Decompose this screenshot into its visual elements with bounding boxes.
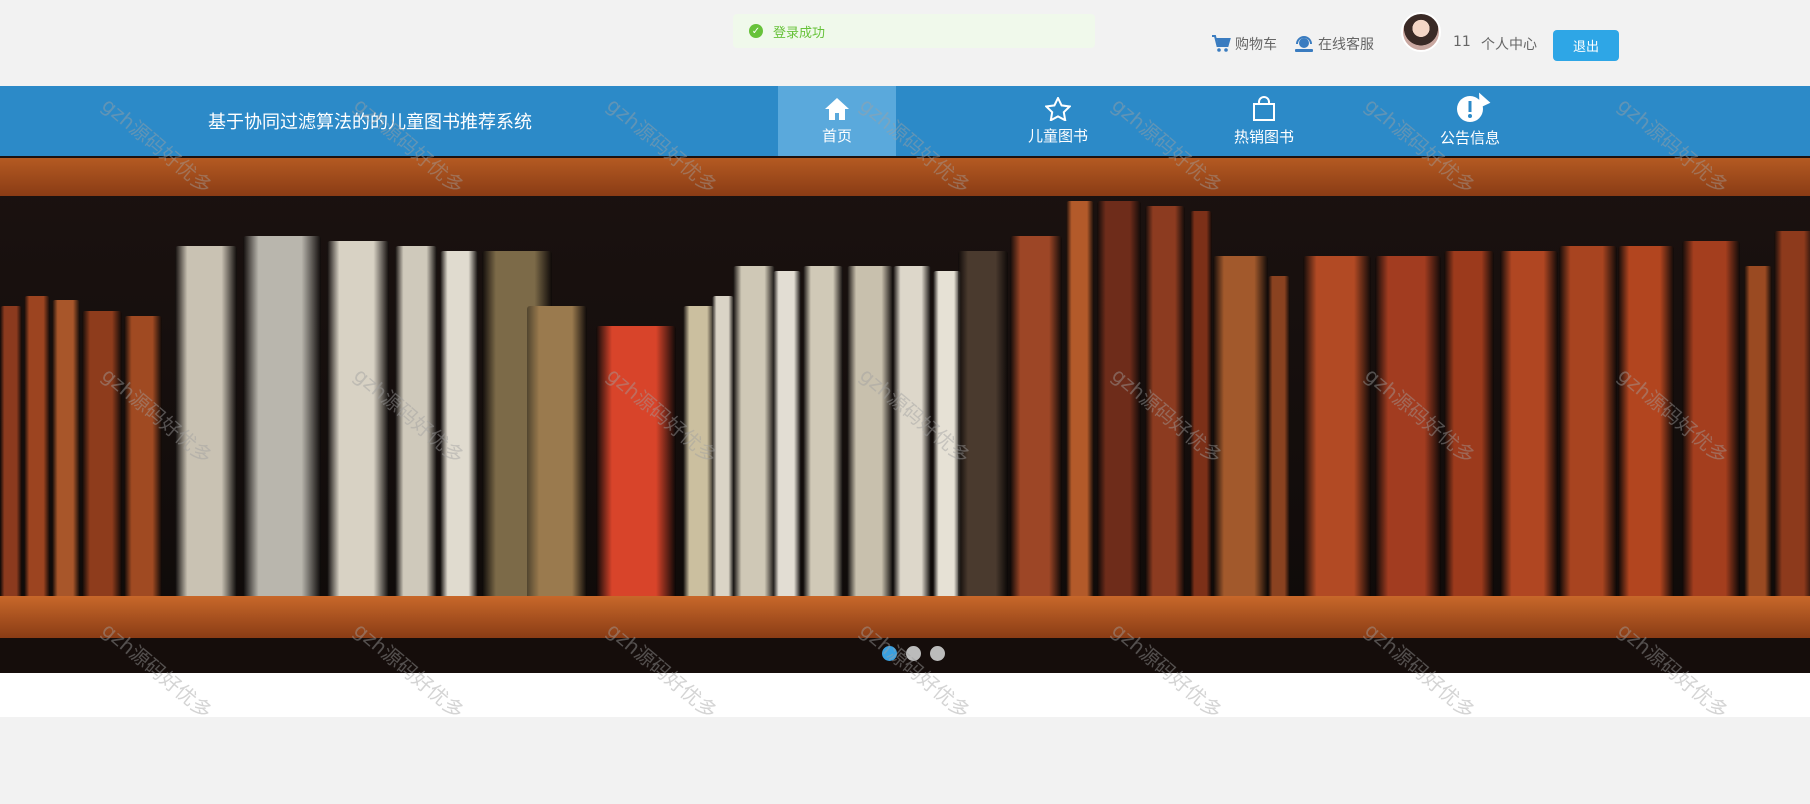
content-area [0, 673, 1810, 717]
banner-shelf-top [0, 158, 1810, 196]
book-spine [243, 236, 321, 596]
book-spine [1618, 246, 1674, 596]
book-spine [1010, 236, 1062, 596]
book-spine [395, 246, 437, 596]
nav-announcements[interactable]: 公告信息 [1411, 86, 1529, 156]
carousel-indicators [882, 646, 945, 661]
check-circle-icon: ✓ [749, 24, 763, 38]
username-text: 11 [1453, 34, 1471, 50]
book-spine [733, 266, 775, 596]
book-spine [773, 271, 801, 596]
book-spine [596, 326, 676, 596]
book-spine [1744, 266, 1772, 596]
cart-link[interactable]: 购物车 [1211, 34, 1277, 54]
book-spine [933, 271, 961, 596]
carousel-dot-3[interactable] [930, 646, 945, 661]
book-spine [327, 241, 389, 596]
book-spine [1559, 246, 1617, 596]
book-spine [803, 266, 843, 596]
nav-children-books[interactable]: 儿童图书 [999, 86, 1117, 156]
book-spine [1145, 206, 1185, 596]
cart-icon [1211, 35, 1231, 53]
book-spine [1375, 256, 1441, 596]
book-spine [24, 296, 50, 596]
nav-home-label: 首页 [821, 126, 852, 145]
profile-link[interactable]: 个人中心 [1481, 34, 1537, 54]
nav-announcements-label: 公告信息 [1439, 128, 1500, 147]
login-success-toast: ✓ 登录成功 [733, 14, 1095, 48]
nav-children-books-label: 儿童图书 [1027, 126, 1088, 145]
online-service-link[interactable]: 在线客服 [1294, 34, 1374, 54]
book-spine [1303, 256, 1371, 596]
book-spine [440, 251, 478, 596]
site-title: 基于协同过滤算法的的儿童图书推荐系统 [208, 112, 532, 133]
nav-home[interactable]: 首页 [778, 86, 896, 156]
book-spine [1213, 256, 1268, 596]
top-bar: ✓ 登录成功 购物车 在线客服 11 个人中心 退出 [0, 0, 1810, 86]
online-service-label: 在线客服 [1318, 37, 1374, 53]
cart-label: 购物车 [1235, 37, 1277, 53]
book-spine [712, 296, 734, 596]
main-nav: 基于协同过滤算法的的儿童图书推荐系统 首页 儿童图书 热销图书 公告信息 [0, 86, 1810, 156]
book-spine [82, 311, 122, 596]
banner-shelf-bottom [0, 596, 1810, 638]
carousel-dot-1[interactable] [882, 646, 897, 661]
book-spine [1682, 241, 1740, 596]
book-spine [52, 300, 80, 596]
book-spine [1097, 201, 1141, 596]
headset-icon [1294, 35, 1314, 53]
banner-carousel[interactable] [0, 156, 1810, 673]
home-icon [825, 97, 849, 120]
shopping-bag-icon [1253, 95, 1275, 121]
toast-message: 登录成功 [773, 25, 826, 41]
book-spine [1066, 201, 1094, 596]
nav-hot-books[interactable]: 热销图书 [1205, 86, 1323, 156]
logout-button[interactable]: 退出 [1553, 30, 1619, 61]
book-spine [1190, 211, 1212, 596]
username: 11 [1453, 34, 1471, 50]
book-spine [124, 316, 162, 596]
star-icon [1045, 96, 1071, 121]
book-spine [527, 306, 587, 596]
user-avatar[interactable] [1401, 12, 1441, 52]
profile-label: 个人中心 [1481, 37, 1537, 53]
carousel-dot-2[interactable] [906, 646, 921, 661]
book-spine [1268, 276, 1290, 596]
book-spine [1500, 251, 1558, 596]
book-spine [175, 246, 237, 596]
book-spine [847, 266, 893, 596]
book-spine [1774, 231, 1810, 596]
book-spine [683, 306, 715, 596]
book-spine [0, 306, 22, 596]
book-spine [1444, 251, 1494, 596]
book-spine [893, 266, 931, 596]
nav-hot-books-label: 热销图书 [1233, 127, 1294, 146]
book-spine [958, 251, 1008, 596]
